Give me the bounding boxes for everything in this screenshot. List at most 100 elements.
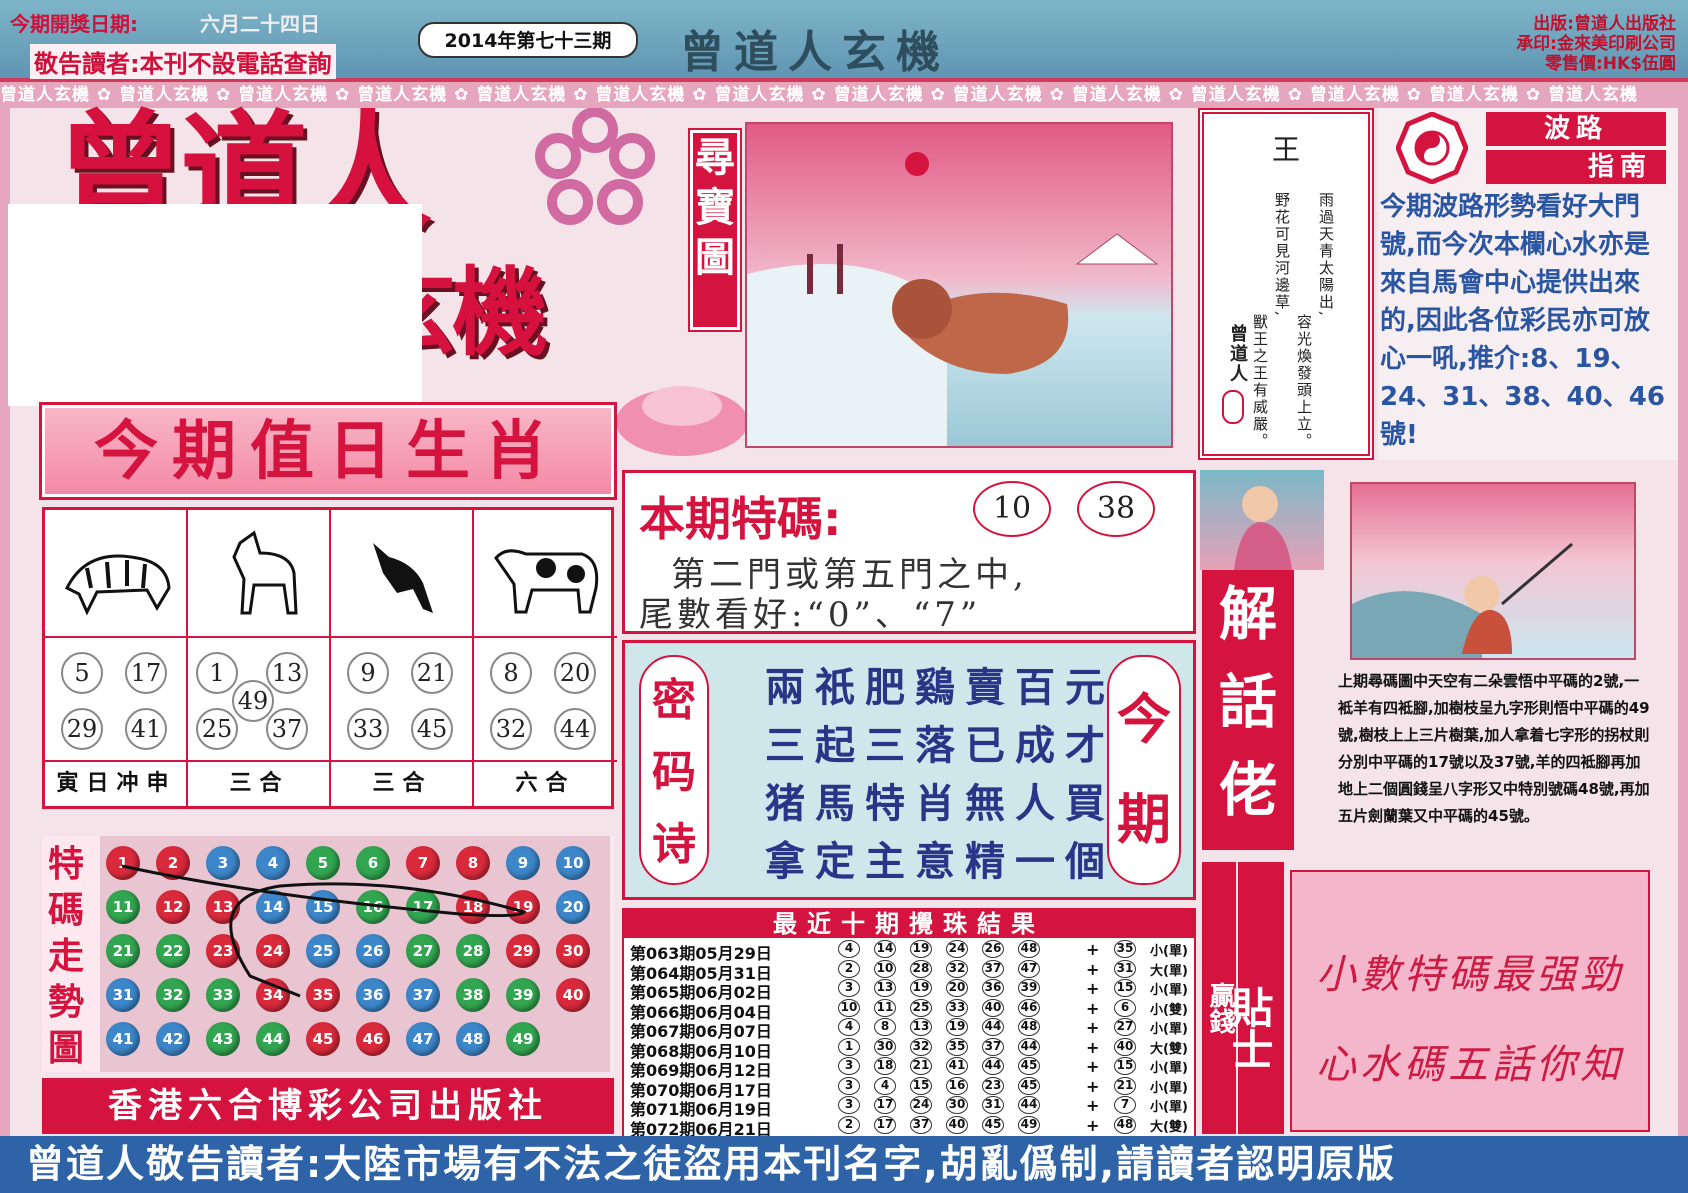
result-row: 第070期06月17日 3 4 15 16 23 45 +21 小(單) — [630, 1076, 1190, 1100]
result-special-ball: 6 — [1114, 998, 1136, 1017]
poem-right-label: 今期 — [1107, 655, 1181, 885]
result-special-ball: 15 — [1114, 1057, 1136, 1075]
notice-text: 敬告讀者:本刊不設電話查詢 — [30, 44, 336, 79]
plus-sign: + — [1086, 998, 1100, 1018]
result-ball: 49 — [1018, 1115, 1040, 1134]
result-ball: 32 — [946, 959, 968, 978]
result-tag: 小(單) — [1150, 1080, 1188, 1096]
result-tag: 小(單) — [1150, 1100, 1188, 1115]
zodiac-number: 29 — [61, 708, 103, 750]
result-ball: 45 — [1018, 1076, 1040, 1095]
zodiac-number: 45 — [411, 708, 453, 750]
result-tag: 小(單) — [1150, 983, 1188, 998]
plus-sign: + — [1086, 1076, 1100, 1096]
result-ball: 2 — [838, 959, 860, 978]
result-row: 第071期06月19日 3 17 24 30 31 44 +7 小(單) — [630, 1096, 1190, 1119]
result-ball: 8 — [874, 1018, 896, 1036]
result-ball: 30 — [874, 1037, 896, 1056]
oracle-col-3: 野花可見河邊草, — [1273, 192, 1291, 318]
header-title: 曾道人玄機 — [680, 27, 950, 78]
result-tag: 大(單) — [1150, 963, 1188, 979]
result-tag: 小(單) — [1150, 1061, 1188, 1076]
result-ball: 15 — [910, 1076, 932, 1095]
tip-line-2: 心水碼五話你知 — [1316, 1042, 1624, 1088]
result-ball: 1 — [838, 1037, 860, 1056]
poem-line-3: 猪馬特肖無人買 — [765, 780, 1115, 827]
result-ball: 3 — [838, 1057, 860, 1075]
zodiac-number: 13 — [266, 652, 308, 694]
plus-sign: + — [1086, 1096, 1100, 1115]
result-ball: 44 — [982, 1057, 1004, 1075]
interpretation-text: 上期尋碼圖中天空有二朵雲悟中平碼的2號,一袛羊有四袛腳,加樹枝呈九字形則悟中平碼… — [1338, 672, 1650, 825]
result-ball: 33 — [946, 998, 968, 1017]
plus-sign: + — [1086, 959, 1100, 979]
result-row: 第066期06月04日 10 11 25 33 40 46 +6 小(雙) — [630, 998, 1190, 1022]
guide-label-bottom: 指南 — [1486, 150, 1666, 184]
result-ball: 3 — [838, 979, 860, 997]
result-row: 第072期06月21日 2 17 37 40 45 49 +48 大(雙) — [630, 1115, 1190, 1139]
result-ball: 2 — [838, 1115, 860, 1134]
result-ball: 3 — [838, 1076, 860, 1095]
result-tag: 小(單) — [1150, 1022, 1188, 1037]
result-ball: 41 — [946, 1057, 968, 1075]
zodiac-number: 9 — [347, 652, 389, 694]
result-ball: 11 — [874, 998, 896, 1017]
tiger-icon — [45, 510, 188, 638]
secret-code-poem: 密码诗 今期 兩祇肥鷄賣百元 三起三落已成才 猪馬特肖無人買 拿定主意精一個 — [622, 640, 1196, 900]
result-ball: 3 — [838, 1096, 860, 1114]
result-ball: 20 — [946, 979, 968, 997]
zodiac-number: 33 — [347, 708, 389, 750]
draw-date-label: 今期開獎日期: — [10, 12, 138, 36]
guide-label-top: 波路 — [1486, 112, 1666, 146]
gold-ingot-icon — [616, 386, 748, 456]
publisher-line: 出版:曾道人出版社 — [1533, 14, 1676, 34]
bagua-icon — [1396, 112, 1468, 184]
publisher-banner: 香港六合博彩公司出版社 — [42, 1078, 614, 1134]
plus-sign: + — [1086, 940, 1100, 959]
price-line: 零售價:HK$伍圓 — [1544, 54, 1676, 74]
result-tag: 大(雙) — [1150, 1041, 1188, 1057]
draw-date-value: 六月二十四日 — [200, 12, 320, 36]
zodiac-col-tiger: 5 17 29 41 寅日冲申 — [45, 510, 188, 806]
result-ball: 30 — [946, 1096, 968, 1114]
special-number: 38 — [1077, 481, 1155, 537]
coin-ring-icon — [535, 108, 655, 225]
result-ball: 28 — [910, 959, 932, 978]
result-ball: 37 — [910, 1115, 932, 1134]
right-border-strip — [1678, 108, 1688, 1136]
zodiac-number: 20 — [554, 652, 596, 694]
special-number-panel: 本期特碼: 10 38 第二門或第五門之中, 尾數看好:“0”、“7” — [622, 470, 1196, 635]
special-number-trend-chart: 特碼走勢圖 1 2 3 4 5 6 7 8 9 10 11 12 13 14 15 16 17 18 19 20 21 2… — [42, 836, 614, 1072]
result-ball: 35 — [946, 1037, 968, 1056]
result-special-ball: 35 — [1114, 940, 1136, 958]
result-ball: 31 — [982, 1096, 1004, 1114]
zodiac-col-ox: 8 20 32 44 六合 — [474, 510, 617, 806]
zodiac-number: 5 — [61, 652, 103, 694]
oracle-poem-box: 王 雨過天青太陽出, 容光煥發頭上立。 野花可見河邊草, 獸王之王有威嚴。 曾道… — [1198, 108, 1374, 460]
dog-icon — [331, 510, 474, 638]
result-tag: 小(單) — [1150, 944, 1188, 959]
zodiac-footer: 六合 — [474, 760, 617, 806]
seal-stamp — [1222, 390, 1244, 424]
result-ball: 21 — [910, 1057, 932, 1075]
result-special-ball: 7 — [1114, 1096, 1136, 1114]
result-ball: 48 — [1018, 1018, 1040, 1036]
result-ball: 25 — [910, 998, 932, 1017]
zodiac-number: 41 — [125, 708, 167, 750]
result-special-ball: 15 — [1114, 979, 1136, 997]
trend-label: 特碼走勢圖 — [47, 844, 84, 1069]
result-ball: 37 — [982, 1037, 1004, 1056]
result-ball: 32 — [910, 1037, 932, 1056]
zodiac-number: 37 — [266, 708, 308, 750]
printer-line: 承印:金來美印刷公司 — [1516, 34, 1676, 54]
winning-tip-label: 貼士 — [1225, 862, 1284, 1134]
result-special-ball: 48 — [1114, 1115, 1136, 1134]
result-ball: 17 — [874, 1096, 896, 1114]
zodiac-number: 17 — [125, 652, 167, 694]
result-ball: 4 — [838, 1018, 860, 1036]
result-ball: 10 — [838, 998, 860, 1017]
zodiac-footer: 三合 — [188, 760, 331, 806]
result-row: 第065期06月02日 3 13 19 20 36 39 +15 小(單) — [630, 979, 1190, 1002]
poem-head: 王 — [1271, 133, 1300, 166]
zodiac-number: 8 — [490, 652, 532, 694]
